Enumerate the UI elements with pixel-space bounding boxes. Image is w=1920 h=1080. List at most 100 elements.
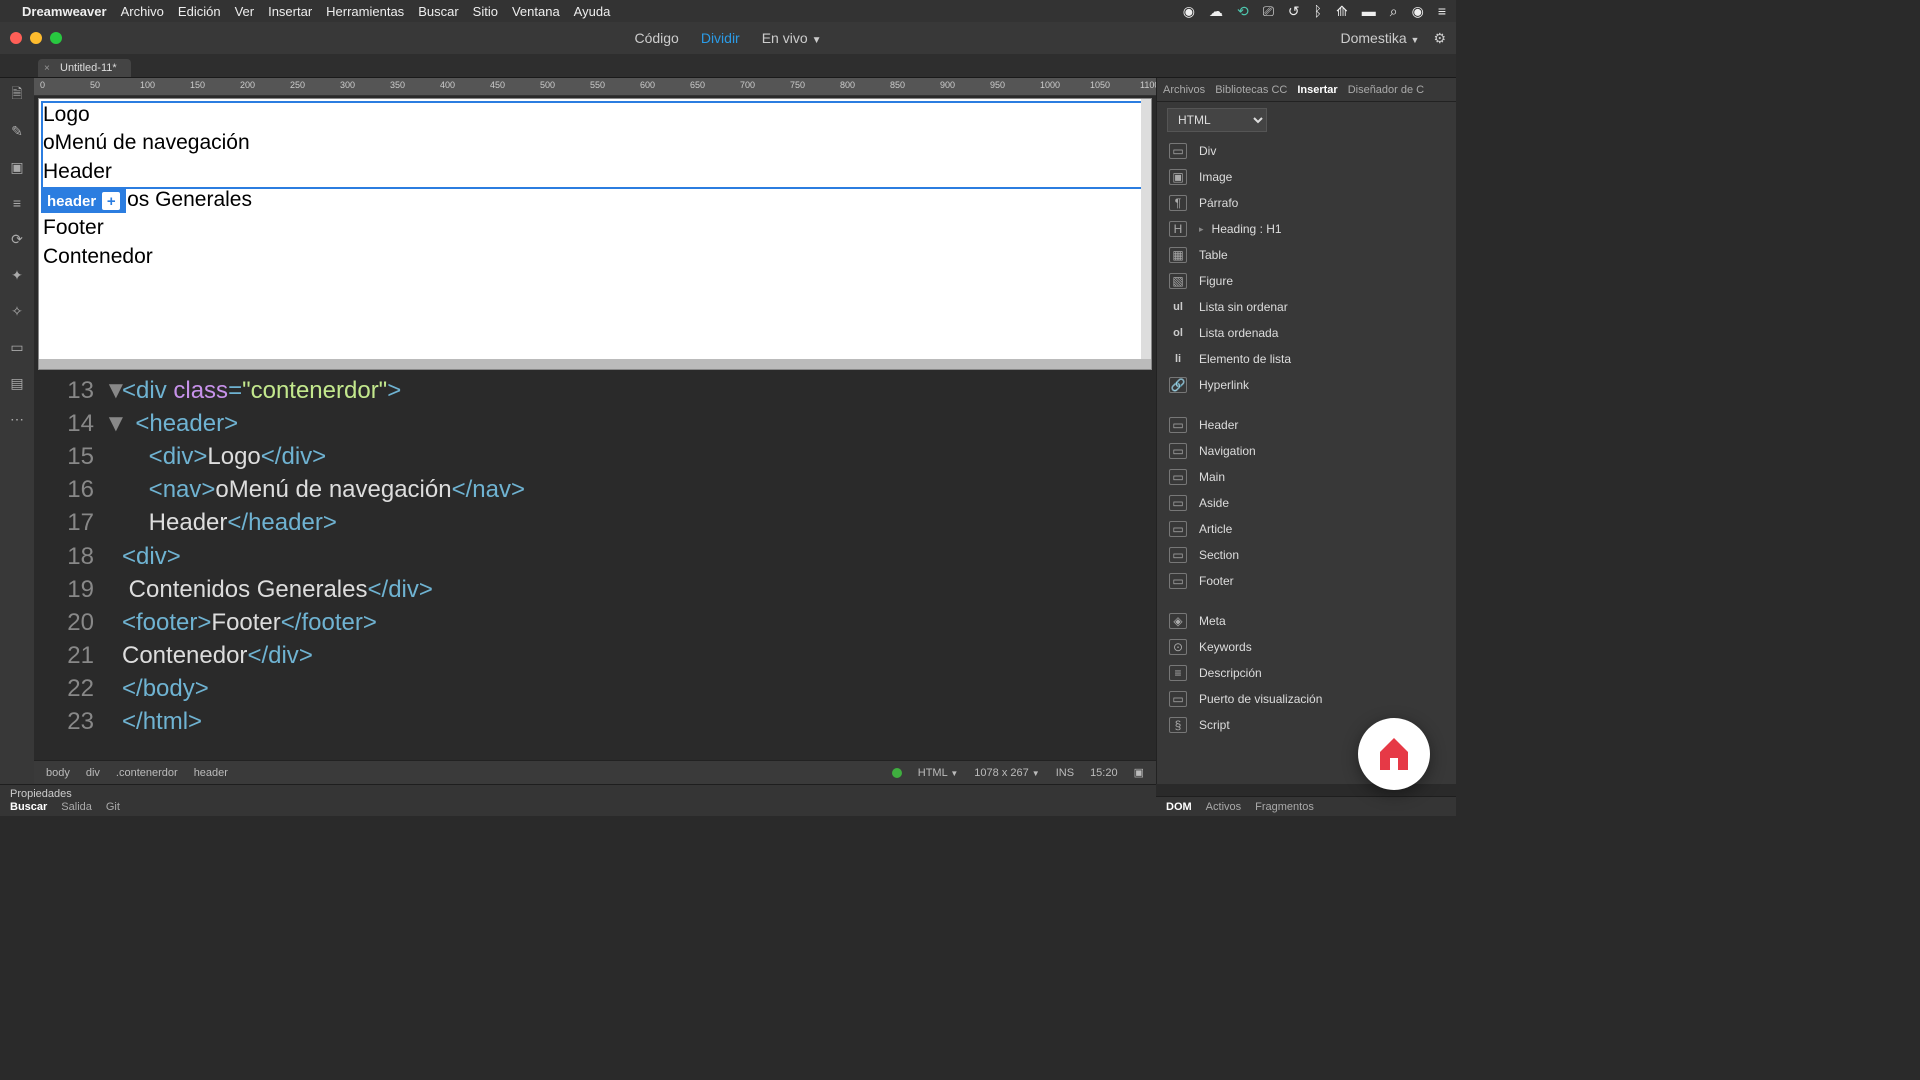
insert-item-puerto-de-visualizaci-n[interactable]: ▭Puerto de visualización	[1157, 686, 1456, 712]
code-line[interactable]: 22 </body>	[34, 672, 1156, 705]
menu-archivo[interactable]: Archivo	[121, 4, 164, 19]
menu-sitio[interactable]: Sitio	[473, 4, 498, 19]
preview-line[interactable]: Contenedor	[43, 243, 1147, 271]
insert-item-footer[interactable]: ▭Footer	[1157, 568, 1456, 594]
code-line[interactable]: 13▼<div class="contenerdor">	[34, 374, 1156, 407]
insert-item-aside[interactable]: ▭Aside	[1157, 490, 1456, 516]
insert-item-navigation[interactable]: ▭Navigation	[1157, 438, 1456, 464]
bluetooth-icon[interactable]: ᛒ	[1314, 3, 1322, 19]
element-tag-badge[interactable]: header +	[41, 189, 126, 213]
cloud-icon[interactable]: ☁	[1209, 3, 1223, 20]
wand-icon[interactable]: ✎	[8, 122, 26, 140]
timemachine-icon[interactable]: ↺	[1288, 3, 1300, 20]
menu-edicion[interactable]: Edición	[178, 4, 221, 19]
wifi-icon[interactable]: ⟰	[1336, 3, 1348, 20]
code-line[interactable]: 16 <nav>oMenú de navegación</nav>	[34, 473, 1156, 506]
preview-line[interactable]: oMenú de navegación	[43, 129, 1147, 157]
settings-icon[interactable]: ⚙	[1433, 30, 1446, 47]
insert-item-descripci-n[interactable]: ≡Descripción	[1157, 660, 1456, 686]
insert-mode[interactable]: INS	[1056, 767, 1074, 779]
insert-category-select[interactable]: HTML	[1167, 108, 1267, 132]
code-line[interactable]: 14▼ <header>	[34, 407, 1156, 440]
code-text[interactable]: <div class="contenerdor">	[122, 374, 401, 407]
view-live[interactable]: En vivo▼	[762, 30, 822, 46]
insert-item-article[interactable]: ▭Article	[1157, 516, 1456, 542]
fold-toggle-icon[interactable]: ▼	[104, 407, 122, 440]
fold-toggle-icon[interactable]: ▼	[104, 374, 122, 407]
code-line[interactable]: 17 Header</header>	[34, 506, 1156, 539]
workspace-switcher[interactable]: Domestika ▼	[1340, 30, 1419, 46]
menu-ver[interactable]: Ver	[235, 4, 255, 19]
live-preview[interactable]: Logo oMenú de navegación Header Contenid…	[38, 98, 1152, 370]
battery-icon[interactable]: ▬	[1362, 3, 1376, 19]
insert-item-hyperlink[interactable]: 🔗Hyperlink	[1157, 372, 1456, 398]
image-icon[interactable]: ▣	[8, 158, 26, 176]
code-icon[interactable]: ▭	[8, 338, 26, 356]
preview-line[interactable]: Footer	[43, 214, 1147, 242]
preview-line[interactable]: Logo	[43, 101, 1147, 129]
insert-item-lista-sin-ordenar[interactable]: ulLista sin ordenar	[1157, 294, 1456, 320]
insert-item-table[interactable]: ▦Table	[1157, 242, 1456, 268]
preview-line[interactable]: Header	[43, 158, 1147, 186]
tab-archivos[interactable]: Archivos	[1163, 84, 1205, 96]
code-text[interactable]: <header>	[122, 407, 238, 440]
display-icon[interactable]: ⎚	[1263, 3, 1274, 20]
preview-device-icon[interactable]: ▣	[1134, 766, 1144, 779]
record-icon[interactable]: ◉	[1183, 3, 1195, 20]
code-text[interactable]: </body>	[122, 672, 209, 705]
breadcrumb-body[interactable]: body	[46, 767, 70, 779]
menu-buscar[interactable]: Buscar	[418, 4, 458, 19]
breadcrumb-header[interactable]: header	[194, 767, 228, 779]
menu-ayuda[interactable]: Ayuda	[574, 4, 611, 19]
code-editor[interactable]: 13▼<div class="contenerdor">14▼ <header>…	[34, 370, 1156, 760]
insert-item-section[interactable]: ▭Section	[1157, 542, 1456, 568]
insert-item-p-rrafo[interactable]: ¶Párrafo	[1157, 190, 1456, 216]
code-text[interactable]: <div>Logo</div>	[122, 440, 326, 473]
code-line[interactable]: 19 Contenidos Generales</div>	[34, 573, 1156, 606]
list-icon[interactable]: ≡	[8, 194, 26, 212]
more-icon[interactable]: ⋯	[8, 410, 26, 428]
sync-icon[interactable]: ⟲	[1237, 3, 1249, 20]
insert-item-meta[interactable]: ◈Meta	[1157, 608, 1456, 634]
code-text[interactable]: <nav>oMenú de navegación</nav>	[122, 473, 525, 506]
insert-item-heading-h1[interactable]: H▸Heading : H1	[1157, 216, 1456, 242]
domestika-badge[interactable]	[1358, 718, 1430, 790]
tab-fragmentos[interactable]: Fragmentos	[1255, 801, 1314, 813]
menu-herramientas[interactable]: Herramientas	[326, 4, 404, 19]
code-text[interactable]: Contenidos Generales</div>	[122, 573, 433, 606]
insert-item-div[interactable]: ▭Div	[1157, 138, 1456, 164]
insert-item-lista-ordenada[interactable]: olLista ordenada	[1157, 320, 1456, 346]
view-code[interactable]: Código	[634, 30, 678, 46]
code-text[interactable]: Contenedor</div>	[122, 639, 313, 672]
insert-item-header[interactable]: ▭Header	[1157, 412, 1456, 438]
menu-insertar[interactable]: Insertar	[268, 4, 312, 19]
siri-icon[interactable]: ◉	[1412, 3, 1424, 20]
terminal-icon[interactable]: ▤	[8, 374, 26, 392]
tab-salida[interactable]: Salida	[61, 801, 92, 813]
preview-v-scrollbar[interactable]	[1141, 99, 1151, 359]
brush-icon[interactable]: ✦	[8, 266, 26, 284]
code-line[interactable]: 18 <div>	[34, 540, 1156, 573]
code-line[interactable]: 20 <footer>Footer</footer>	[34, 606, 1156, 639]
refresh-icon[interactable]: ⟳	[8, 230, 26, 248]
preview-h-scrollbar[interactable]	[39, 359, 1151, 369]
add-element-button[interactable]: +	[102, 192, 120, 210]
code-line[interactable]: 21 Contenedor</div>	[34, 639, 1156, 672]
tab-bibliotecas[interactable]: Bibliotecas CC	[1215, 84, 1287, 96]
tab-insertar[interactable]: Insertar	[1297, 84, 1337, 96]
breadcrumb-class[interactable]: .contenerdor	[116, 767, 178, 779]
document-tab[interactable]: × Untitled-11*	[38, 59, 131, 77]
insert-item-main[interactable]: ▭Main	[1157, 464, 1456, 490]
tab-git[interactable]: Git	[106, 801, 120, 813]
tab-dom[interactable]: DOM	[1166, 801, 1192, 813]
spotlight-icon[interactable]: ⌕	[1390, 3, 1398, 20]
insert-item-keywords[interactable]: ⊙Keywords	[1157, 634, 1456, 660]
insert-item-image[interactable]: ▣Image	[1157, 164, 1456, 190]
insert-item-elemento-de-lista[interactable]: liElemento de lista	[1157, 346, 1456, 372]
code-line[interactable]: 15 <div>Logo</div>	[34, 440, 1156, 473]
close-tab-icon[interactable]: ×	[44, 63, 50, 74]
maximize-window-button[interactable]	[50, 32, 62, 44]
code-line[interactable]: 23 </html>	[34, 705, 1156, 738]
tab-disenador[interactable]: Diseñador de C	[1348, 84, 1424, 96]
code-text[interactable]: <footer>Footer</footer>	[122, 606, 377, 639]
